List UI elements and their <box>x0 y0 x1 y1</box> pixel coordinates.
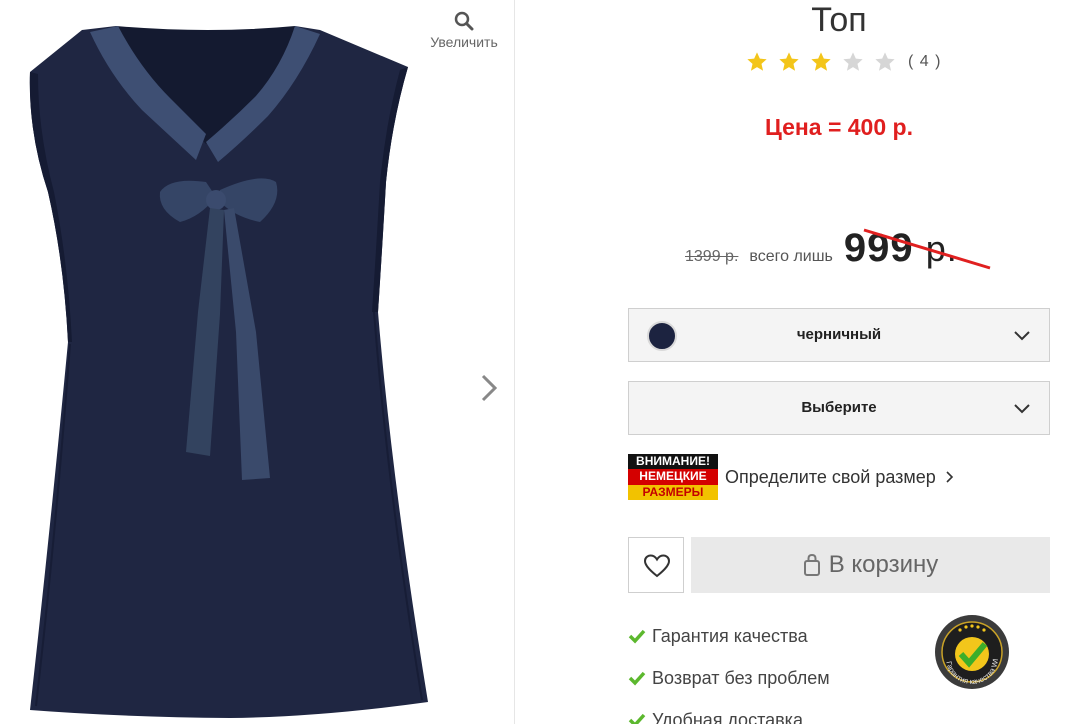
zoom-button[interactable]: Увеличить <box>420 8 508 52</box>
product-title: Топ <box>811 1 867 39</box>
benefit-label: Гарантия качества <box>652 625 808 646</box>
checkmark-icon <box>628 671 646 686</box>
benefit-label: Удобная доставка <box>652 709 803 724</box>
size-guide-link[interactable]: ВНИМАНИЕ! НЕМЕЦКИЕ РАЗМЕРЫ Определите св… <box>628 454 955 500</box>
rating[interactable]: ( 4 ) <box>746 51 941 73</box>
list-item: Гарантия качества <box>628 615 830 657</box>
size-guide-label: Определите свой размер <box>725 466 936 487</box>
add-to-cart-label: В корзину <box>828 551 939 578</box>
heart-icon <box>643 554 671 578</box>
old-price: 1399 р. <box>685 248 739 265</box>
badge-line: НЕМЕЦКИЕ <box>628 469 718 485</box>
checkmark-icon <box>628 629 646 644</box>
badge-line: РАЗМЕРЫ <box>628 484 718 500</box>
star-filled-icon <box>811 52 831 71</box>
shopping-bag-icon <box>803 553 820 576</box>
list-item: Возврат без проблем <box>628 657 830 699</box>
quality-seal-icon: Гарантия качества WITT <box>934 614 1009 689</box>
add-to-cart-button[interactable]: В корзину <box>691 537 1050 593</box>
new-price: 999 р. <box>844 226 958 271</box>
benefits-list: Гарантия качества Возврат без проблем Уд… <box>628 615 830 724</box>
star-filled-icon <box>747 52 767 71</box>
checkmark-icon <box>628 713 646 724</box>
badge-line: ВНИМАНИЕ! <box>628 454 718 470</box>
search-icon <box>454 11 474 31</box>
chevron-right-icon[interactable] <box>474 368 504 408</box>
star-empty-icon <box>843 52 863 71</box>
currency: р. <box>925 228 958 269</box>
german-sizes-badge: ВНИМАНИЕ! НЕМЕЦКИЕ РАЗМЕРЫ <box>628 454 718 500</box>
color-select-label: черничный <box>796 326 882 343</box>
star-empty-icon <box>875 52 895 71</box>
new-price-value: 999 <box>843 226 914 270</box>
star-filled-icon <box>779 52 799 71</box>
product-image[interactable] <box>20 12 450 724</box>
zoom-label: Увеличить <box>430 34 498 50</box>
only-label: всего лишь <box>749 248 833 265</box>
size-select-label: Выберите <box>801 399 877 416</box>
color-select[interactable]: черничный <box>628 308 1050 362</box>
product-gallery: Увеличить <box>0 0 515 724</box>
chevron-down-icon <box>1014 331 1030 341</box>
wishlist-button[interactable] <box>628 537 684 593</box>
promo-price: Цена = 400 р. <box>765 114 913 140</box>
benefit-label: Возврат без проблем <box>652 667 830 688</box>
size-select[interactable]: Выберите <box>628 381 1050 435</box>
chevron-down-icon <box>1014 404 1030 414</box>
list-item: Удобная доставка <box>628 699 830 724</box>
review-count[interactable]: ( 4 ) <box>908 53 941 71</box>
price-block: 1399 р. всего лишь 999 р. <box>685 226 958 276</box>
chevron-right-icon <box>946 471 953 483</box>
